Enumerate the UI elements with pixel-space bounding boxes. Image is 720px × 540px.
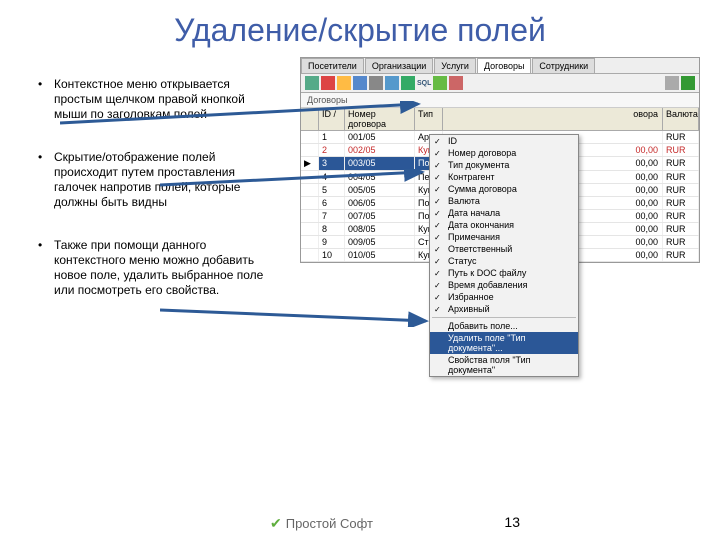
toolbar: SQL [301, 74, 699, 93]
arrow-2 [160, 169, 428, 189]
col-currency[interactable]: Валюта [663, 108, 699, 130]
menu-field-toggle[interactable]: Статус [430, 255, 578, 267]
footer-logo: ✔ Простой Софт [270, 515, 373, 532]
toolbar-icon[interactable] [369, 76, 383, 90]
tab-contracts[interactable]: Договоры [477, 58, 531, 73]
toolbar-icon[interactable] [337, 76, 351, 90]
menu-field-toggle[interactable]: ID [430, 135, 578, 147]
menu-field-toggle[interactable]: Дата окончания [430, 219, 578, 231]
menu-delete-field[interactable]: Удалить поле "Тип документа"... [430, 332, 578, 354]
menu-field-toggle[interactable]: Валюта [430, 195, 578, 207]
menu-field-toggle[interactable]: Время добавления [430, 279, 578, 291]
bullet-item: Также при помощи данного контекстного ме… [38, 238, 280, 298]
page-number: 13 [504, 514, 520, 530]
menu-field-props[interactable]: Свойства поля "Тип документа" [430, 354, 578, 376]
tab-services[interactable]: Услуги [434, 58, 476, 73]
toolbar-icon[interactable] [353, 76, 367, 90]
menu-field-toggle[interactable]: Избранное [430, 291, 578, 303]
menu-field-toggle[interactable]: Путь к DOC файлу [430, 267, 578, 279]
brand-text: Простой Софт [286, 516, 373, 531]
menu-field-toggle[interactable]: Дата начала [430, 207, 578, 219]
menu-field-toggle[interactable]: Архивный [430, 303, 578, 315]
tab-bar: Посетители Организации Услуги Договоры С… [301, 58, 699, 74]
toolbar-icon[interactable] [305, 76, 319, 90]
tab-orgs[interactable]: Организации [365, 58, 433, 73]
content-row: Контекстное меню открывается простым щел… [0, 57, 720, 326]
screenshot-pane: Посетители Организации Услуги Договоры С… [300, 57, 700, 326]
arrow-3 [160, 307, 433, 327]
menu-separator [432, 317, 576, 318]
menu-field-toggle[interactable]: Тип документа [430, 159, 578, 171]
app-window: Посетители Организации Услуги Договоры С… [300, 57, 700, 263]
arrow-1 [60, 101, 425, 131]
check-icon: ✔ [270, 515, 282, 532]
bullet-column: Контекстное меню открывается простым щел… [20, 57, 300, 326]
menu-add-field[interactable]: Добавить поле... [430, 320, 578, 332]
menu-field-toggle[interactable]: Номер договора [430, 147, 578, 159]
menu-field-toggle[interactable]: Ответственный [430, 243, 578, 255]
toolbar-icon[interactable] [321, 76, 335, 90]
context-menu: IDНомер договораТип документаКонтрагентС… [429, 134, 579, 377]
tab-staff[interactable]: Сотрудники [532, 58, 595, 73]
menu-field-toggle[interactable]: Контрагент [430, 171, 578, 183]
print-icon[interactable] [665, 76, 679, 90]
col-sum[interactable]: овора [443, 108, 663, 130]
toolbar-icon[interactable] [385, 76, 399, 90]
menu-field-toggle[interactable]: Сумма договора [430, 183, 578, 195]
toolbar-icon[interactable] [433, 76, 447, 90]
toolbar-sql-icon[interactable]: SQL [417, 80, 431, 87]
tab-visitors[interactable]: Посетители [301, 58, 364, 73]
toolbar-icon[interactable] [401, 76, 415, 90]
toolbar-icon[interactable] [449, 76, 463, 90]
excel-icon[interactable] [681, 76, 695, 90]
menu-field-toggle[interactable]: Примечания [430, 231, 578, 243]
slide-title: Удаление/скрытие полей [0, 0, 720, 57]
